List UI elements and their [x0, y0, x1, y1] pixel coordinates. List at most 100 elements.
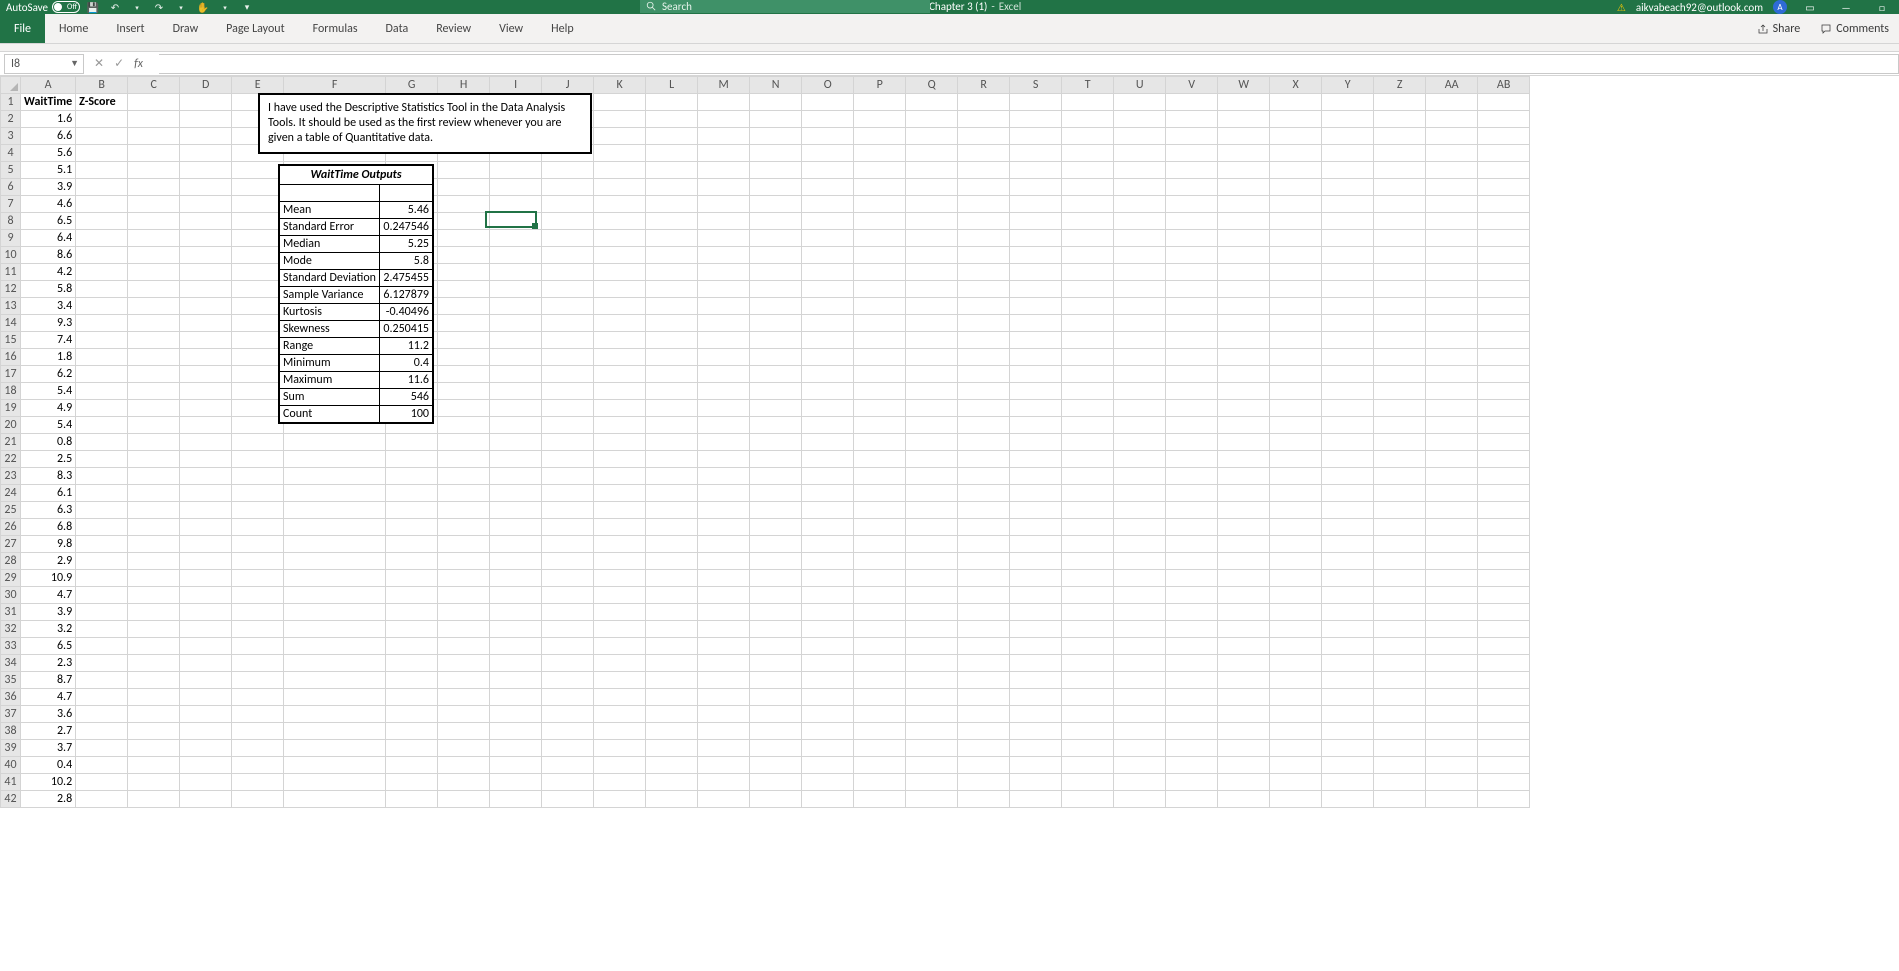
cell-H38[interactable] [438, 723, 490, 740]
cell-AA16[interactable] [1426, 349, 1478, 366]
cell-Q34[interactable] [906, 655, 958, 672]
cell-AB4[interactable] [1478, 145, 1530, 162]
cell-Y17[interactable] [1322, 366, 1374, 383]
cell-O5[interactable] [802, 162, 854, 179]
cell-X13[interactable] [1270, 298, 1322, 315]
cell-H8[interactable] [438, 213, 490, 230]
cell-M34[interactable] [698, 655, 750, 672]
cell-B26[interactable] [76, 519, 128, 536]
cell-L20[interactable] [646, 417, 698, 434]
cell-K8[interactable] [594, 213, 646, 230]
cell-S6[interactable] [1010, 179, 1062, 196]
name-box[interactable]: I8 ▼ [4, 54, 84, 74]
cell-D30[interactable] [180, 587, 232, 604]
share-button[interactable]: Share [1747, 14, 1811, 43]
cell-C39[interactable] [128, 740, 180, 757]
cell-U1[interactable] [1114, 94, 1166, 111]
cell-R25[interactable] [958, 502, 1010, 519]
cell-C34[interactable] [128, 655, 180, 672]
cell-K33[interactable] [594, 638, 646, 655]
row-header-15[interactable]: 15 [1, 332, 21, 349]
cell-T19[interactable] [1062, 400, 1114, 417]
cell-M19[interactable] [698, 400, 750, 417]
cell-T17[interactable] [1062, 366, 1114, 383]
cell-C24[interactable] [128, 485, 180, 502]
cell-N24[interactable] [750, 485, 802, 502]
row-header-12[interactable]: 12 [1, 281, 21, 298]
cell-I15[interactable] [490, 332, 542, 349]
cell-U9[interactable] [1114, 230, 1166, 247]
cell-Y19[interactable] [1322, 400, 1374, 417]
cell-R10[interactable] [958, 247, 1010, 264]
cell-AB23[interactable] [1478, 468, 1530, 485]
cell-C29[interactable] [128, 570, 180, 587]
redo-dropdown-icon[interactable]: ▾ [172, 0, 190, 14]
cell-V40[interactable] [1166, 757, 1218, 774]
cell-Q1[interactable] [906, 94, 958, 111]
cell-H23[interactable] [438, 468, 490, 485]
cell-V32[interactable] [1166, 621, 1218, 638]
cell-O2[interactable] [802, 111, 854, 128]
cell-Q31[interactable] [906, 604, 958, 621]
cell-V35[interactable] [1166, 672, 1218, 689]
cell-P10[interactable] [854, 247, 906, 264]
cell-F23[interactable] [284, 468, 386, 485]
cell-L10[interactable] [646, 247, 698, 264]
cell-H25[interactable] [438, 502, 490, 519]
cell-Y40[interactable] [1322, 757, 1374, 774]
cell-I38[interactable] [490, 723, 542, 740]
column-header-D[interactable]: D [180, 77, 232, 94]
cell-K29[interactable] [594, 570, 646, 587]
cell-L38[interactable] [646, 723, 698, 740]
cell-M22[interactable] [698, 451, 750, 468]
cell-A30[interactable]: 4.7 [21, 587, 76, 604]
cell-AB22[interactable] [1478, 451, 1530, 468]
cell-H6[interactable] [438, 179, 490, 196]
cell-P31[interactable] [854, 604, 906, 621]
cell-P22[interactable] [854, 451, 906, 468]
cell-X41[interactable] [1270, 774, 1322, 791]
cell-Y26[interactable] [1322, 519, 1374, 536]
cell-M29[interactable] [698, 570, 750, 587]
cell-B29[interactable] [76, 570, 128, 587]
column-header-T[interactable]: T [1062, 77, 1114, 94]
cell-Y38[interactable] [1322, 723, 1374, 740]
cell-A41[interactable]: 10.2 [21, 774, 76, 791]
cell-E23[interactable] [232, 468, 284, 485]
cell-X12[interactable] [1270, 281, 1322, 298]
cell-G38[interactable] [386, 723, 438, 740]
cell-I34[interactable] [490, 655, 542, 672]
cell-J27[interactable] [542, 536, 594, 553]
cell-V16[interactable] [1166, 349, 1218, 366]
cell-AA1[interactable] [1426, 94, 1478, 111]
cell-C16[interactable] [128, 349, 180, 366]
cell-B33[interactable] [76, 638, 128, 655]
cell-H18[interactable] [438, 383, 490, 400]
cell-N20[interactable] [750, 417, 802, 434]
cell-K19[interactable] [594, 400, 646, 417]
tab-view[interactable]: View [485, 14, 537, 43]
cell-R26[interactable] [958, 519, 1010, 536]
cell-C1[interactable] [128, 94, 180, 111]
cell-C32[interactable] [128, 621, 180, 638]
cell-Z15[interactable] [1374, 332, 1426, 349]
cell-K32[interactable] [594, 621, 646, 638]
cell-L42[interactable] [646, 791, 698, 808]
cell-V30[interactable] [1166, 587, 1218, 604]
cell-O37[interactable] [802, 706, 854, 723]
cell-O10[interactable] [802, 247, 854, 264]
cell-W25[interactable] [1218, 502, 1270, 519]
cell-A32[interactable]: 3.2 [21, 621, 76, 638]
cell-T6[interactable] [1062, 179, 1114, 196]
cell-W7[interactable] [1218, 196, 1270, 213]
column-header-Q[interactable]: Q [906, 77, 958, 94]
cell-Z6[interactable] [1374, 179, 1426, 196]
cell-R16[interactable] [958, 349, 1010, 366]
tab-help[interactable]: Help [537, 14, 588, 43]
cell-N11[interactable] [750, 264, 802, 281]
cell-Q4[interactable] [906, 145, 958, 162]
cell-O8[interactable] [802, 213, 854, 230]
cell-E10[interactable] [232, 247, 284, 264]
cell-I41[interactable] [490, 774, 542, 791]
cell-H33[interactable] [438, 638, 490, 655]
